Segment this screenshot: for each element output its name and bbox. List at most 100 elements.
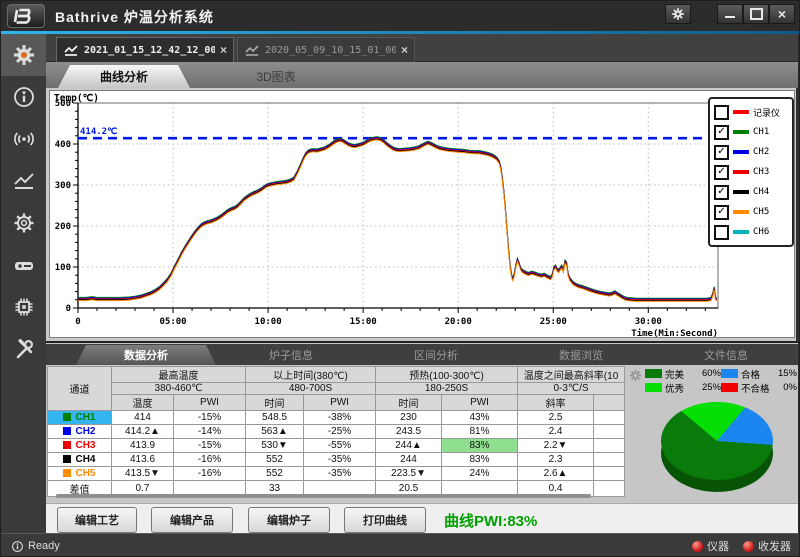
channel-cell[interactable]: CH5 xyxy=(48,467,112,481)
value-cell: 83% xyxy=(442,453,518,467)
channel-cell[interactable]: CH4 xyxy=(48,453,112,467)
value-cell: 2.3 xyxy=(518,453,594,467)
table-row-ch1[interactable]: CH1414-15%548.5-38%23043%2.5 xyxy=(48,411,625,425)
pie-legend-item: 不合格 0% xyxy=(721,381,797,394)
legend-checkbox[interactable]: ✓ xyxy=(714,165,729,180)
sidebar-item-settings[interactable] xyxy=(1,202,46,244)
svg-text:05:00: 05:00 xyxy=(160,317,187,327)
sidebar-item-recorder[interactable] xyxy=(1,244,46,286)
minimize-button[interactable] xyxy=(717,4,743,24)
value-cell: 563▲ xyxy=(246,425,304,439)
series-ch3 xyxy=(78,138,717,299)
value-cell: 530▼ xyxy=(246,439,304,453)
table-row-ch2[interactable]: CH2414.2▲-14%563▲-25%243.581%2.4 xyxy=(48,425,625,439)
view-tab-3d-chart[interactable]: 3D图表 xyxy=(192,65,360,88)
value-cell: -25% xyxy=(304,425,376,439)
value-cell: 83% xyxy=(442,439,518,453)
close-button[interactable]: × xyxy=(769,4,795,24)
legend-color-line xyxy=(733,210,749,214)
channel-swatch xyxy=(63,455,71,463)
panel-tab[interactable]: 炉子信息 xyxy=(221,345,361,365)
value-cell: 24% xyxy=(442,467,518,481)
channel-cell[interactable]: CH1 xyxy=(48,411,112,425)
horizontal-scrollbar[interactable] xyxy=(56,494,591,498)
svg-text:Time(Min:Second): Time(Min:Second) xyxy=(631,328,718,339)
value-cell: 552 xyxy=(246,467,304,481)
legend-checkbox[interactable]: ✓ xyxy=(714,205,729,220)
close-icon: × xyxy=(778,7,786,21)
tab-close-icon[interactable]: × xyxy=(220,44,227,56)
channel-cell[interactable]: CH3 xyxy=(48,439,112,453)
panel-tab[interactable]: 数据分析 xyxy=(76,345,216,365)
view-tab-bar: 曲线分析3D图表 xyxy=(46,62,798,88)
sidebar-item-signal[interactable] xyxy=(1,118,46,160)
pie-legend-pct: 0% xyxy=(783,382,797,393)
panel-tab[interactable]: 区间分析 xyxy=(366,345,506,365)
value-cell: -16% xyxy=(174,467,246,481)
col-header: 温度 xyxy=(112,395,174,411)
table-row-ch5[interactable]: CH5413.5▼-16%552-35%223.5▼24%2.6▲ xyxy=(48,467,625,481)
scrollbar-thumb[interactable] xyxy=(56,494,591,498)
file-tab[interactable]: 2020_05_09_10_15_01_00× xyxy=(237,37,415,62)
app-logo xyxy=(7,4,45,28)
legend-checkbox[interactable]: ✓ xyxy=(714,145,729,160)
legend-item-ch6: CH6 xyxy=(714,222,788,242)
svg-text:200: 200 xyxy=(55,222,71,232)
info-icon xyxy=(11,540,24,553)
pie-legend: 完美60%优秀25%合格15%不合格0% xyxy=(645,367,797,394)
value-cell: 552 xyxy=(246,453,304,467)
pie-legend-label: 不合格 xyxy=(741,381,770,395)
legend-item-ch2: ✓CH2 xyxy=(714,142,788,162)
pie-legend-pct: 25% xyxy=(702,382,721,393)
pie-surface xyxy=(661,402,773,480)
logo-glyph xyxy=(12,7,40,25)
footer-button-1[interactable]: 编辑工艺 xyxy=(57,507,137,533)
legend-checkbox[interactable]: ✓ xyxy=(714,125,729,140)
sidebar-item-tools[interactable] xyxy=(1,328,46,370)
titlebar-settings-button[interactable] xyxy=(665,4,691,24)
sidebar-item-curve[interactable] xyxy=(1,160,46,202)
col-header: PWI xyxy=(174,395,246,411)
col-header-channel: 通道 xyxy=(48,367,112,411)
view-tab-curve-analysis[interactable]: 曲线分析 xyxy=(58,65,190,88)
chart-legend: 记录仪✓CH1✓CH2✓CH3✓CH4✓CH5CH6 xyxy=(708,97,794,247)
sidebar-item-gear[interactable] xyxy=(1,34,46,76)
value-cell: -38% xyxy=(304,411,376,425)
footer-button-2[interactable]: 编辑产品 xyxy=(151,507,233,533)
value-cell: 413.9 xyxy=(112,439,174,453)
table-row-ch3[interactable]: CH3413.9-15%530▼-55%244▲83%2.2▼ xyxy=(48,439,625,453)
group-range: 0-3℃/S xyxy=(518,383,625,395)
panel-tab[interactable]: 数据浏览 xyxy=(511,345,651,365)
panel-tab[interactable]: 文件信息 xyxy=(656,345,796,365)
group-range: 180-250S xyxy=(376,383,518,395)
legend-checkbox[interactable] xyxy=(714,105,729,120)
legend-checkbox[interactable] xyxy=(714,225,729,240)
value-cell: -35% xyxy=(304,467,376,481)
channel-cell[interactable]: CH2 xyxy=(48,425,112,439)
svg-text:0: 0 xyxy=(66,304,71,314)
sidebar-item-info[interactable] xyxy=(1,76,46,118)
temperature-chart: 0100200300400500005:0010:0015:0020:0025:… xyxy=(50,91,796,339)
legend-color-line xyxy=(733,110,749,114)
legend-color-line xyxy=(733,130,749,134)
sidebar-item-chip[interactable] xyxy=(1,286,46,328)
footer-button-4[interactable]: 打印曲线 xyxy=(344,507,426,533)
value-cell: 413.6 xyxy=(112,453,174,467)
table-row-ch4[interactable]: CH4413.6-16%552-35%24483%2.3 xyxy=(48,453,625,467)
svg-text:25:00: 25:00 xyxy=(540,317,567,327)
svg-text:Temp(℃): Temp(℃) xyxy=(54,93,99,104)
legend-item-记录仪: 记录仪 xyxy=(714,102,788,122)
tab-close-icon[interactable]: × xyxy=(401,44,408,56)
pie-settings-icon[interactable] xyxy=(629,369,642,382)
legend-color-line xyxy=(733,170,749,174)
value-cell: 243.5 xyxy=(376,425,442,439)
channel-swatch xyxy=(63,441,71,449)
curve-file-icon xyxy=(63,43,79,57)
pie-legend-item: 优秀25% xyxy=(645,381,721,394)
pie-legend-pct: 15% xyxy=(778,368,797,379)
legend-item-ch1: ✓CH1 xyxy=(714,122,788,142)
maximize-button[interactable] xyxy=(743,4,769,24)
footer-button-3[interactable]: 编辑炉子 xyxy=(248,507,330,533)
file-tab[interactable]: 2021_01_15_12_42_12_00× xyxy=(56,37,234,62)
legend-checkbox[interactable]: ✓ xyxy=(714,185,729,200)
